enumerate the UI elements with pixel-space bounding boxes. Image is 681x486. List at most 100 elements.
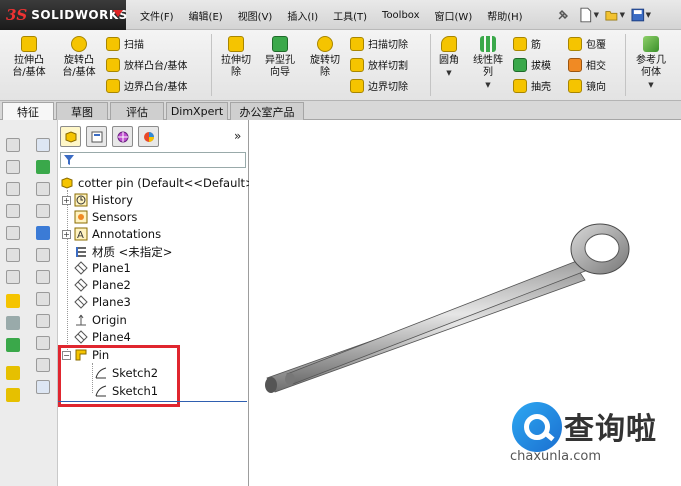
menu-tools[interactable]: 工具(T) bbox=[333, 8, 367, 23]
open-folder-icon[interactable]: ▼ bbox=[605, 5, 625, 25]
tab-dimxpert[interactable]: DimXpert bbox=[166, 102, 228, 120]
sketch-icon[interactable] bbox=[6, 294, 20, 308]
cube-icon[interactable] bbox=[6, 182, 20, 196]
configuration-manager-tab[interactable] bbox=[112, 126, 133, 147]
feature-icon[interactable] bbox=[6, 388, 20, 402]
linear-pattern-button[interactable]: 线性阵 列 ▼ bbox=[468, 36, 508, 91]
tree-root-part[interactable]: cotter pin (Default<<Default> bbox=[60, 176, 255, 190]
menu-view[interactable]: 视图(V) bbox=[238, 8, 273, 23]
cube-icon[interactable] bbox=[6, 270, 20, 284]
reference-geometry-button[interactable]: 参考几 何体 ▼ bbox=[628, 36, 674, 91]
expand-icon[interactable]: + bbox=[62, 229, 71, 239]
fillet-button[interactable]: 圆角 ▼ bbox=[434, 36, 464, 79]
table-icon[interactable] bbox=[36, 226, 50, 240]
tree-item-history[interactable]: + History bbox=[62, 193, 133, 207]
revolve-boss-button[interactable]: 旋转凸 台/基体 bbox=[56, 36, 102, 79]
intersect-button[interactable]: 相交 bbox=[568, 57, 606, 72]
tab-sketch[interactable]: 草图 bbox=[56, 102, 108, 120]
command-ribbon: 拉伸凸 台/基体 旋转凸 台/基体 扫描 放样凸台/基体 边界凸台/基体 拉伸切… bbox=[0, 30, 681, 101]
table-icon[interactable] bbox=[36, 292, 50, 306]
cube-icon[interactable] bbox=[6, 248, 20, 262]
extrude-cut-button[interactable]: 拉伸切 除 bbox=[216, 36, 256, 79]
relations-icon[interactable] bbox=[6, 338, 20, 352]
pin-icon[interactable] bbox=[553, 5, 573, 25]
rollback-bar[interactable] bbox=[58, 401, 247, 402]
cube-icon[interactable] bbox=[6, 138, 20, 152]
logo-menu-arrow-icon[interactable] bbox=[113, 10, 123, 17]
tree-filter[interactable] bbox=[60, 152, 246, 168]
table-icon[interactable] bbox=[36, 138, 50, 152]
hole-wizard-button[interactable]: 异型孔 向导 bbox=[259, 36, 301, 79]
tree-item-origin[interactable]: Origin bbox=[74, 313, 127, 327]
swept-cut-label: 扫描切除 bbox=[368, 40, 408, 51]
table-icon[interactable] bbox=[36, 182, 50, 196]
cube-icon[interactable] bbox=[6, 226, 20, 240]
mirror-button[interactable]: 镜向 bbox=[568, 78, 606, 93]
table-icon[interactable] bbox=[36, 380, 50, 394]
loft-boss-icon bbox=[106, 57, 120, 72]
tree-item-plane3[interactable]: Plane3 bbox=[74, 295, 131, 309]
hole-wizard-icon bbox=[272, 36, 288, 52]
property-manager-tab[interactable] bbox=[86, 126, 107, 147]
cube-icon[interactable] bbox=[6, 204, 20, 218]
table-icon[interactable] bbox=[36, 336, 50, 350]
menu-window[interactable]: 窗口(W) bbox=[435, 8, 473, 23]
draft-label: 拔模 bbox=[531, 61, 551, 72]
swept-cut-button[interactable]: 扫描切除 bbox=[350, 36, 408, 51]
fillet-dropdown-icon[interactable]: ▼ bbox=[446, 67, 451, 79]
solidworks-logo[interactable]: 3S SOLIDWORKS bbox=[0, 0, 127, 30]
shell-button[interactable]: 抽壳 bbox=[513, 78, 551, 93]
tree-item-sensors[interactable]: Sensors bbox=[74, 210, 137, 224]
feature-icon[interactable] bbox=[6, 366, 20, 380]
menu-help[interactable]: 帮助(H) bbox=[487, 8, 522, 23]
sweep-button[interactable]: 扫描 bbox=[106, 36, 144, 51]
expand-icon[interactable]: + bbox=[62, 195, 71, 205]
left-toolbar-1 bbox=[2, 138, 24, 410]
table-icon[interactable] bbox=[36, 314, 50, 328]
tab-evaluate[interactable]: 评估 bbox=[110, 102, 164, 120]
lofted-cut-button[interactable]: 放样切割 bbox=[350, 57, 408, 72]
tab-office-products[interactable]: 办公室产品 bbox=[230, 102, 304, 120]
swept-cut-icon bbox=[350, 36, 364, 51]
tab-features[interactable]: 特征 bbox=[2, 102, 54, 121]
table-icon[interactable] bbox=[36, 160, 50, 174]
reference-geometry-icon bbox=[643, 36, 659, 52]
revolve-cut-button[interactable]: 旋转切 除 bbox=[304, 36, 346, 79]
menu-file[interactable]: 文件(F) bbox=[140, 8, 174, 23]
extrude-boss-button[interactable]: 拉伸凸 台/基体 bbox=[8, 36, 50, 79]
mirror-icon bbox=[568, 78, 582, 93]
rib-button[interactable]: 筋 bbox=[513, 36, 541, 51]
shell-icon bbox=[513, 78, 527, 93]
loft-boss-button[interactable]: 放样凸台/基体 bbox=[106, 57, 187, 72]
cube-icon[interactable] bbox=[6, 160, 20, 174]
more-tabs-icon[interactable]: » bbox=[234, 129, 241, 143]
menu-edit[interactable]: 编辑(E) bbox=[189, 8, 223, 23]
tree-item-plane4[interactable]: Plane4 bbox=[74, 330, 131, 344]
display-manager-tab[interactable] bbox=[138, 126, 159, 147]
pin-tip-lower bbox=[265, 377, 277, 393]
tree-item-annotations[interactable]: + A Annotations bbox=[62, 227, 161, 241]
tree-item-plane1[interactable]: Plane1 bbox=[74, 261, 131, 275]
tree-item-material[interactable]: 材质 <未指定> bbox=[74, 244, 172, 260]
reference-geometry-dropdown-icon[interactable]: ▼ bbox=[648, 79, 653, 91]
table-icon[interactable] bbox=[36, 248, 50, 262]
table-icon[interactable] bbox=[36, 358, 50, 372]
menu-toolbox[interactable]: Toolbox bbox=[382, 10, 420, 21]
table-icon[interactable] bbox=[36, 204, 50, 218]
draft-button[interactable]: 拔模 bbox=[513, 57, 551, 72]
save-icon[interactable]: ▼ bbox=[631, 5, 651, 25]
revolve-boss-label: 旋转凸 台/基体 bbox=[62, 55, 96, 78]
linear-pattern-dropdown-icon[interactable]: ▼ bbox=[485, 79, 490, 91]
tree-item-label: Annotations bbox=[92, 227, 162, 241]
draft-icon bbox=[513, 57, 527, 72]
menu-insert[interactable]: 插入(I) bbox=[287, 8, 318, 23]
smart-dimension-icon[interactable] bbox=[6, 316, 20, 330]
feature-manager-tab[interactable] bbox=[60, 126, 81, 147]
wrap-button[interactable]: 包覆 bbox=[568, 36, 606, 51]
table-icon[interactable] bbox=[36, 270, 50, 284]
boundary-boss-button[interactable]: 边界凸台/基体 bbox=[106, 78, 187, 93]
new-document-icon[interactable]: ▼ bbox=[579, 5, 599, 25]
tree-item-label: Plane3 bbox=[92, 295, 131, 309]
boundary-cut-button[interactable]: 边界切除 bbox=[350, 78, 408, 93]
tree-item-plane2[interactable]: Plane2 bbox=[74, 278, 131, 292]
